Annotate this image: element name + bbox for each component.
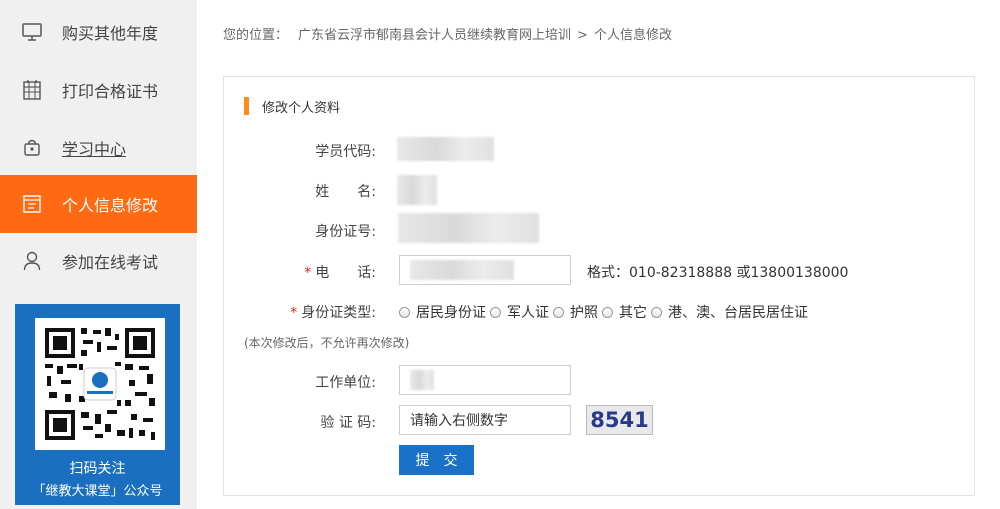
sidebar-item-label: 学习中心 [62,140,127,159]
sidebar-item-print-certificate[interactable]: 打印合格证书 [0,62,197,118]
phone-label: * 电 话: [304,265,376,281]
name-label: 姓 名: [315,184,376,200]
section-title-text: 修改个人资料 [262,100,341,116]
breadcrumb: 您的位置： 广东省云浮市郁南县会计人员继续教育网上培训 > 个人信息修改 [223,24,672,43]
profile-form-card: 修改个人资料 学员代码: 姓 名: 身份证号: * 电 话: 格式：010-823… [223,76,975,496]
sidebar-item-label: 打印合格证书 [62,82,159,101]
captcha-image[interactable]: 8541 [586,405,653,435]
id-number-label: 身份证号: [315,224,376,240]
monitor-icon [22,22,42,42]
qr-caption-account: 「继教大课堂」公众号 [32,484,163,499]
id-type-label: * 身份证类型: [290,305,376,321]
breadcrumb-separator: > [577,28,588,43]
id-number-value-redacted [398,213,539,243]
sidebar-item-buy-other-year[interactable]: 购买其他年度 [0,4,197,60]
sidebar-item-edit-profile[interactable]: 个人信息修改 [0,175,203,233]
id-type-option-other[interactable]: 其它 [602,302,647,322]
document-icon [22,194,42,214]
breadcrumb-link-home[interactable]: 广东省云浮市郁南县会计人员继续教育网上培训 [298,28,571,43]
student-code-value-redacted [397,137,494,161]
section-title-bar [244,97,249,115]
sidebar-item-online-exam[interactable]: 参加在线考试 [0,233,197,289]
id-type-option-passport[interactable]: 护照 [553,302,598,322]
sidebar: 购买其他年度 打印合格证书 学习中心 个人信息修改 参加在线考试 扫码关注 「继… [0,0,203,509]
radio-circle[interactable] [651,306,662,318]
student-code-label: 学员代码: [315,144,376,160]
work-unit-input[interactable] [399,365,571,395]
qr-caption: 扫码关注 [69,461,126,477]
sidebar-item-label: 参加在线考试 [62,253,159,272]
sidebar-item-label: 购买其他年度 [62,24,159,43]
sidebar-item-study-center[interactable]: 学习中心 [0,120,197,176]
phone-input[interactable] [399,255,571,285]
breadcrumb-prefix: 您的位置： [223,28,289,43]
work-unit-value-redacted [410,370,434,390]
id-type-option-resident-id[interactable]: 居民身份证 [399,302,486,322]
sidebar-item-label: 个人信息修改 [62,196,159,215]
radio-circle[interactable] [602,306,613,318]
qr-code-image [35,318,165,450]
calendar-grid-icon [22,80,42,100]
required-mark: * [304,265,312,281]
phone-format-hint: 格式：010-82318888 或13800138000 [587,265,849,281]
name-value-redacted [397,175,437,205]
id-type-option-hk-macau-taiwan[interactable]: 港、澳、台居民居住证 [651,302,808,322]
radio-circle[interactable] [553,306,564,318]
captcha-input[interactable]: 请输入右侧数字 [399,405,571,435]
lock-bag-icon [22,138,42,158]
radio-circle[interactable] [490,306,501,318]
captcha-label: 验 证 码: [320,415,376,431]
breadcrumb-current: 个人信息修改 [593,28,672,43]
user-icon [22,251,42,271]
id-type-option-military-id[interactable]: 军人证 [490,302,549,322]
radio-circle[interactable] [399,306,410,318]
wechat-qr-panel: 扫码关注 「继教大课堂」公众号 [15,304,180,505]
main-content: 您的位置： 广东省云浮市郁南县会计人员继续教育网上培训 > 个人信息修改 修改个人资料… [197,0,1000,509]
required-mark: * [290,305,298,321]
phone-value-redacted [410,260,514,280]
edit-once-note: (本次修改后，不允许再次修改) [244,336,410,350]
id-type-radio-group: 居民身份证 军人证 护照 其它 港、澳、台居民居住证 [399,302,812,322]
section-title: 修改个人资料 [244,97,341,116]
work-unit-label: 工作单位: [315,375,376,391]
submit-button[interactable]: 提交 [399,445,474,475]
